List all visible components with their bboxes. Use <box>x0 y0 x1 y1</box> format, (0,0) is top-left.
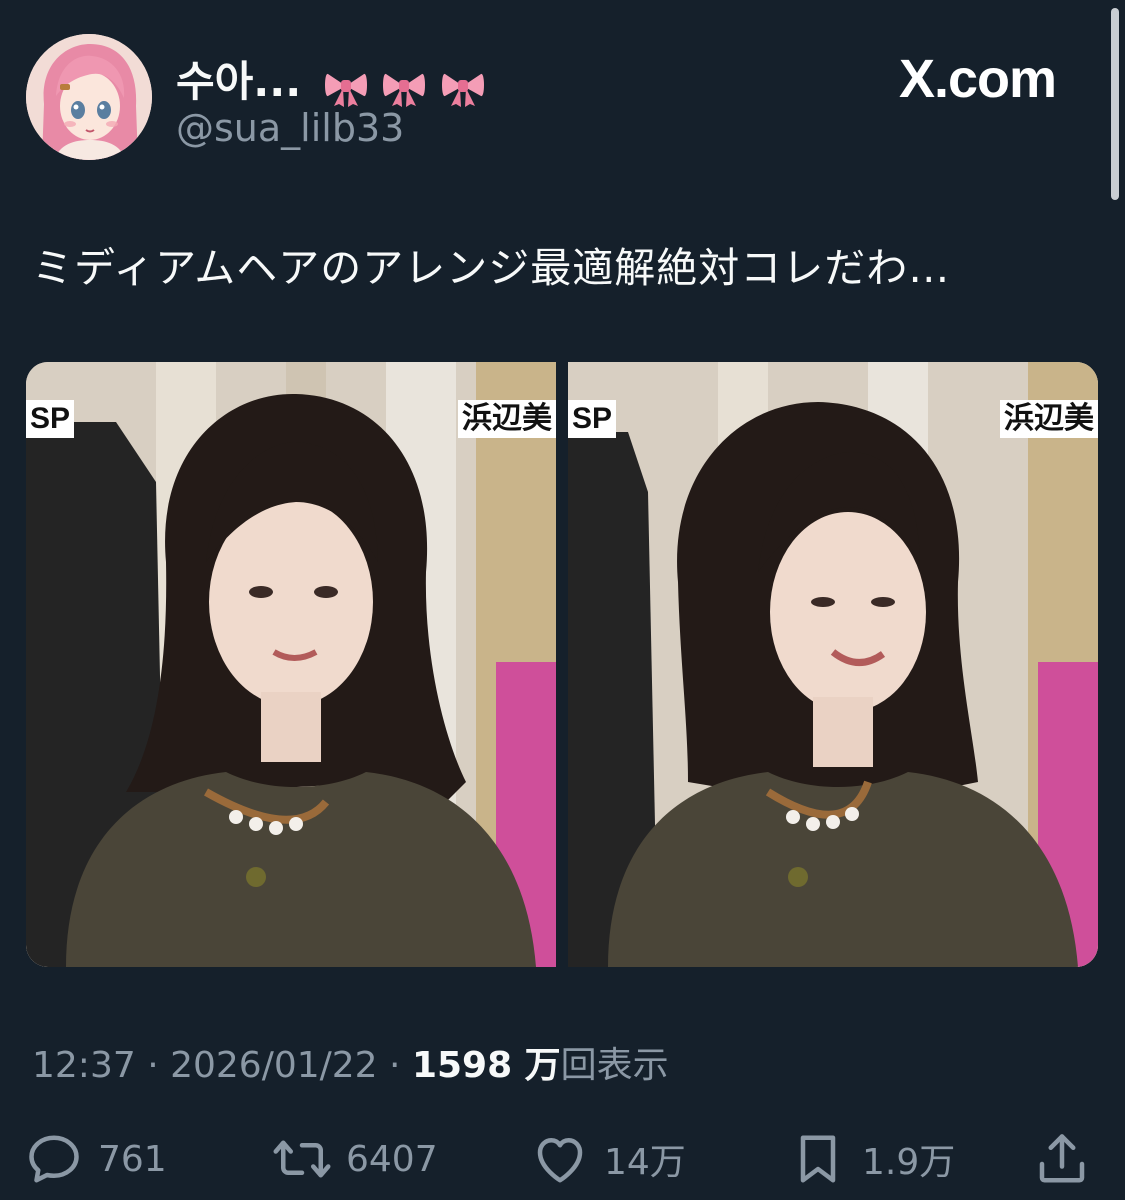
bookmark-count: 1.9万 <box>862 1142 956 1183</box>
display-name-text: 수아... <box>176 57 302 106</box>
retweet-button[interactable]: 6407 <box>272 1124 438 1194</box>
media-caption-left: SP <box>26 400 75 438</box>
tweet-date[interactable]: 2026/01/22 <box>170 1045 378 1086</box>
meta-separator: · <box>377 1045 412 1086</box>
tv-screenshot-image <box>26 362 556 967</box>
action-bar: 761 6407 14万 1.9万 <box>24 1124 1104 1194</box>
share-button[interactable] <box>1032 1124 1092 1194</box>
meta-separator: · <box>135 1045 171 1086</box>
scrollbar[interactable] <box>1111 8 1119 200</box>
media-caption-right: 浜辺美 <box>458 400 556 438</box>
tweet-meta: 12:37 · 2026/01/22 · 1598 万回表示 <box>32 1036 669 1088</box>
heart-icon <box>537 1138 583 1183</box>
like-button[interactable]: 14万 <box>530 1124 686 1194</box>
bookmark-icon <box>800 1135 836 1183</box>
display-name[interactable]: 수아... <box>176 48 485 109</box>
author-handle[interactable]: @sua_lilb33 <box>176 106 404 150</box>
like-count: 14万 <box>604 1142 686 1183</box>
bow-emoji-icon <box>442 73 485 107</box>
media-caption-right: 浜辺美 <box>1000 400 1098 438</box>
tweet-text: ミディアムヘアのアレンジ最適解絶対コレだわ… <box>32 244 951 292</box>
views-count: 1598 万 <box>411 1045 561 1086</box>
bow-emoji-icon <box>324 73 367 107</box>
bookmark-button[interactable]: 1.9万 <box>788 1124 955 1194</box>
bow-emoji-group <box>324 60 485 109</box>
share-icon <box>1039 1134 1085 1183</box>
tv-screenshot-image <box>568 362 1098 967</box>
media-photo-1[interactable]: SP 浜辺美 <box>26 362 556 967</box>
bow-emoji-icon <box>383 73 426 107</box>
media-grid: SP 浜辺美 SP 浜辺美 <box>26 362 1098 967</box>
media-caption-left: SP <box>568 400 617 438</box>
anime-girl-avatar-icon <box>26 34 152 160</box>
tweet-header: 수아... @sua_lilb33 X.com <box>26 34 1086 164</box>
avatar[interactable] <box>26 34 152 160</box>
tweet-time[interactable]: 12:37 <box>32 1045 136 1086</box>
views-label: 回表示 <box>560 1045 669 1086</box>
retweet-count: 6407 <box>346 1138 438 1180</box>
reply-icon <box>29 1135 79 1183</box>
reply-button[interactable]: 761 <box>24 1124 167 1194</box>
site-label: X.com <box>898 49 1057 109</box>
retweet-icon <box>273 1140 331 1178</box>
reply-count: 761 <box>98 1138 167 1180</box>
media-photo-2[interactable]: SP 浜辺美 <box>568 362 1098 967</box>
